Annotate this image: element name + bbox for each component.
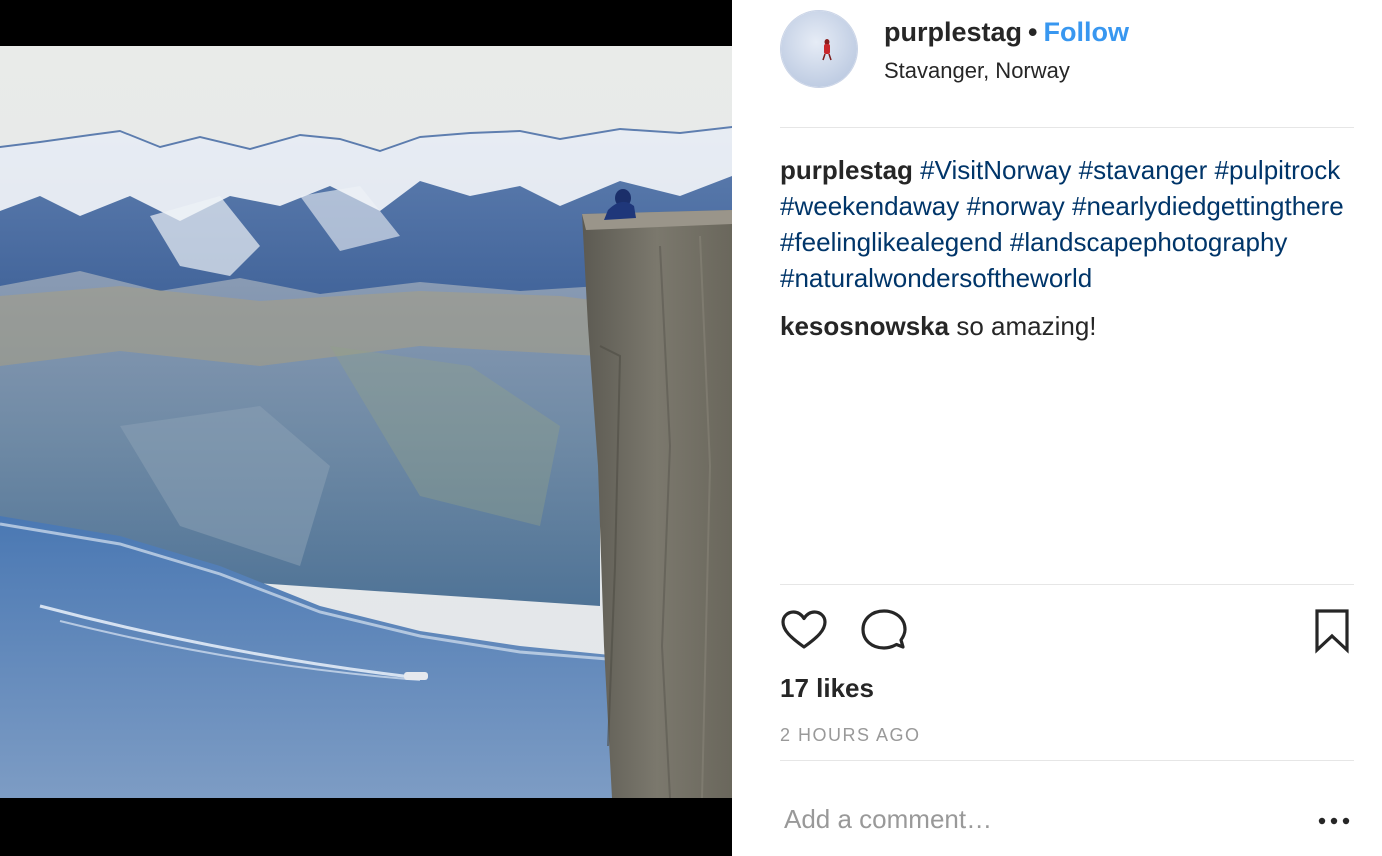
post-photo[interactable] [0,46,732,798]
header-separator: • [1028,17,1038,47]
hashtag-link[interactable]: #feelinglikealegend [780,227,1003,257]
follow-button[interactable]: Follow [1043,17,1128,47]
comments-list: purplestag #VisitNorway #stavanger #pulp… [780,152,1354,344]
hashtag-link[interactable]: #nearlydiedgettingthere [1072,191,1344,221]
caption: purplestag #VisitNorway #stavanger #pulp… [780,152,1354,296]
save-button[interactable] [1308,607,1356,655]
hashtag-link[interactable]: #landscapephotography [1010,227,1288,257]
more-options-button[interactable] [1314,803,1354,839]
bookmark-icon [1315,609,1349,654]
hashtag-link[interactable]: #pulpitrock [1215,155,1341,185]
hashtag-link[interactable]: #VisitNorway [920,155,1071,185]
add-comment-bar [780,760,1354,856]
header-user-line: purplestag • Follow [884,16,1129,48]
comment-item: kesosnowska so amazing! [780,308,1354,344]
heart-icon [781,610,827,649]
post-actions: 17 likes 2 HOURS AGO [780,584,1354,745]
post-dialog: purplestag • Follow Stavanger, Norway purp… [0,0,1382,856]
comment-text: so amazing! [956,311,1097,341]
comment-input[interactable] [780,789,1280,849]
hashtag-link[interactable]: #naturalwondersoftheworld [780,263,1092,293]
comment-bubble-icon [861,609,907,650]
avatar[interactable] [780,10,858,88]
comment-author[interactable]: kesosnowska [780,311,949,341]
comment-button[interactable] [860,607,908,655]
post-timestamp[interactable]: 2 HOURS AGO [780,725,921,746]
post-location[interactable]: Stavanger, Norway [884,58,1070,84]
post-header: purplestag • Follow Stavanger, Norway [780,8,1354,128]
hashtag-link[interactable]: #norway [966,191,1064,221]
hashtag-link[interactable]: #stavanger [1079,155,1208,185]
caption-author[interactable]: purplestag [780,155,913,185]
like-button[interactable] [780,607,828,655]
header-username[interactable]: purplestag [884,17,1022,47]
likes-count[interactable]: 17 likes [780,673,874,704]
post-media [0,0,732,856]
avatar-image [781,11,857,87]
hashtag-link[interactable]: #weekendaway [780,191,959,221]
more-options-icon [1318,817,1350,825]
post-sidebar: purplestag • Follow Stavanger, Norway purp… [732,0,1382,856]
